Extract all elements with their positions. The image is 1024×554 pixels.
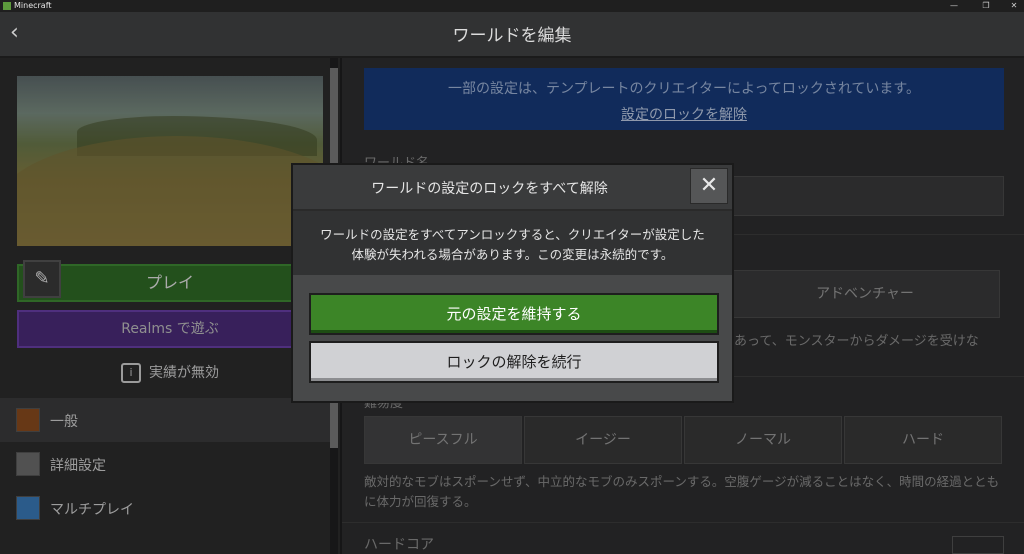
dialog-message-line-2: 体験が失われる場合があります。この変更は永続的です。 [351, 247, 674, 262]
maximize-button[interactable]: ❐ [976, 0, 996, 12]
dialog-title: ワールドの設定のロックをすべて解除 [371, 181, 608, 197]
minimize-button[interactable]: — [944, 0, 964, 12]
page-header: ‹ ワールドを編集 [0, 12, 1024, 58]
continue-unlock-button[interactable]: ロックの解除を続行 [309, 341, 719, 383]
window-titlebar: Minecraft — ❐ ✕ [0, 0, 1024, 12]
keep-settings-button[interactable]: 元の設定を維持する [309, 293, 719, 335]
window-close-button[interactable]: ✕ [1004, 0, 1024, 12]
unlock-settings-dialog: ワールドの設定のロックをすべて解除 ✕ ワールドの設定をすべてアンロックすると、… [291, 163, 734, 403]
dialog-header: ワールドの設定のロックをすべて解除 ✕ [293, 165, 732, 211]
dialog-message-line-1: ワールドの設定をすべてアンロックすると、クリエイターが設定した [320, 227, 705, 242]
dialog-message: ワールドの設定をすべてアンロックすると、クリエイターが設定した 体験が失われる場… [293, 211, 732, 275]
dialog-close-icon[interactable]: ✕ [690, 168, 728, 204]
minecraft-app-icon [3, 2, 11, 10]
window-title: Minecraft [14, 1, 52, 10]
dialog-actions: 元の設定を維持する ロックの解除を続行 [293, 277, 732, 401]
page-title: ワールドを編集 [452, 26, 572, 46]
